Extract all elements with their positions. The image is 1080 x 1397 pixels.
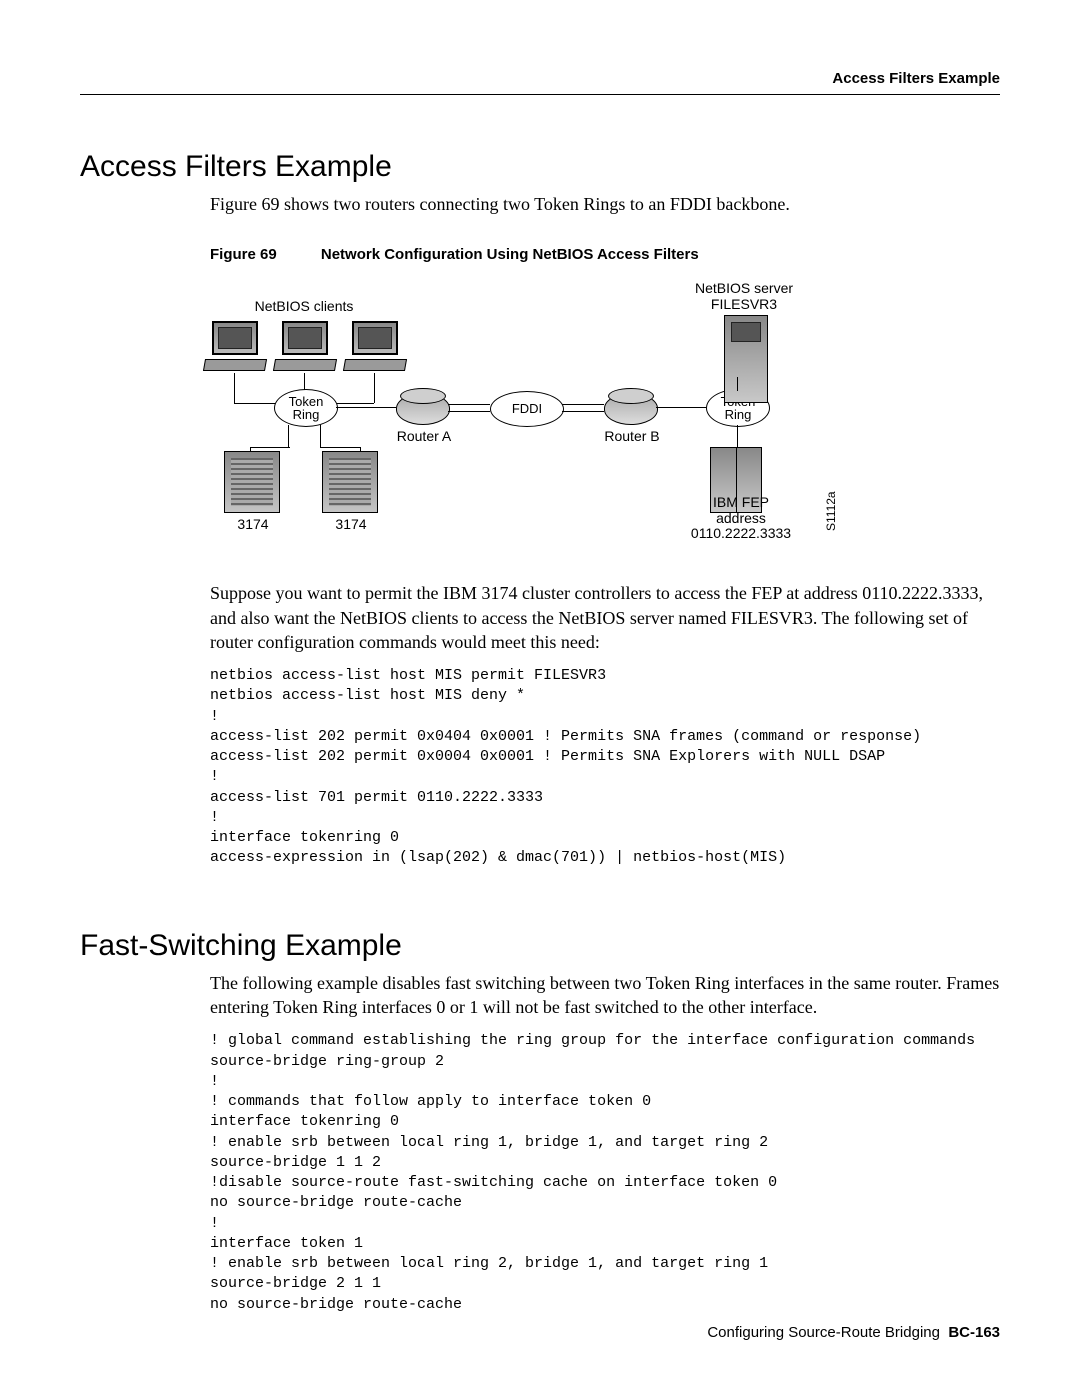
page-footer: Configuring Source-Route Bridging BC-163	[707, 1324, 1000, 1341]
figure-caption: Figure 69 Network Configuration Using Ne…	[210, 246, 1000, 263]
client-computer-icon	[274, 321, 336, 371]
fddi-icon: FDDI	[490, 391, 564, 427]
label-3174a: 3174	[228, 517, 278, 532]
router-a-icon	[396, 393, 450, 425]
label-fep: IBM FEP address 0110.2222.3333	[676, 495, 806, 541]
label-netbios-server: NetBIOS server FILESVR3	[674, 281, 814, 312]
figure-number: Figure 69	[210, 246, 277, 263]
section1-title: Access Filters Example	[80, 150, 1000, 184]
figure-title: Network Configuration Using NetBIOS Acce…	[321, 246, 699, 263]
section1-code: netbios access-list host MIS permit FILE…	[210, 666, 1000, 869]
label-netbios-clients: NetBIOS clients	[244, 299, 364, 314]
page-number: BC-163	[948, 1324, 1000, 1341]
router-b-icon	[604, 393, 658, 425]
client-computer-icon	[204, 321, 266, 371]
section2-title: Fast-Switching Example	[80, 929, 1000, 963]
section2-code: ! global command establishing the ring g…	[210, 1031, 1000, 1315]
label-router-a: Router A	[384, 429, 464, 444]
diagram-id: S1112a	[824, 492, 838, 532]
section2-intro: The following example disables fast swit…	[210, 971, 1000, 1020]
client-computer-icon	[344, 321, 406, 371]
server-icon	[724, 315, 768, 403]
section1-paragraph: Suppose you want to permit the IBM 3174 …	[210, 581, 1000, 654]
c3174-icon	[322, 451, 378, 513]
c3174-icon	[224, 451, 280, 513]
running-header: Access Filters Example	[832, 70, 1000, 87]
footer-text: Configuring Source-Route Bridging	[707, 1324, 940, 1341]
label-router-b: Router B	[592, 429, 672, 444]
header-rule	[80, 94, 1000, 95]
token-ring-a-icon: Token Ring	[274, 389, 338, 427]
section1-intro: Figure 69 shows two routers connecting t…	[210, 192, 1000, 216]
figure-diagram: NetBIOS clients NetBIOS server FILESVR3 …	[204, 281, 864, 561]
label-3174b: 3174	[326, 517, 376, 532]
